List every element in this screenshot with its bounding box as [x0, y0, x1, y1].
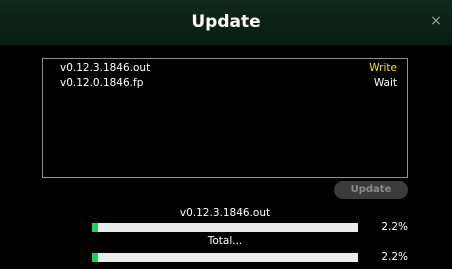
title-bar: Update × [0, 0, 452, 45]
file-list: v0.12.3.1846.out Write v0.12.0.1846.fp W… [42, 58, 408, 178]
update-dialog: Update × v0.12.3.1846.out Write v0.12.0.… [0, 0, 452, 269]
file-progress-bar [92, 223, 358, 232]
file-status: Wait [373, 77, 397, 89]
file-status: Write [369, 62, 397, 74]
file-progress-percent: 2.2% [381, 221, 408, 233]
file-name: v0.12.0.1846.fp [60, 77, 144, 89]
total-progress-bar [92, 253, 358, 262]
close-icon[interactable]: × [429, 13, 443, 29]
list-item: v0.12.0.1846.fp Wait [60, 77, 397, 91]
total-progress-percent: 2.2% [381, 251, 408, 263]
file-progress-label: v0.12.3.1846.out [179, 207, 271, 219]
update-button[interactable]: Update [334, 181, 408, 199]
file-progress-fill [92, 223, 98, 232]
total-progress-fill [92, 253, 98, 262]
total-progress-label: Total... [207, 235, 243, 247]
dialog-title: Update [191, 12, 261, 32]
list-item: v0.12.3.1846.out Write [60, 62, 397, 76]
file-name: v0.12.3.1846.out [60, 62, 151, 74]
